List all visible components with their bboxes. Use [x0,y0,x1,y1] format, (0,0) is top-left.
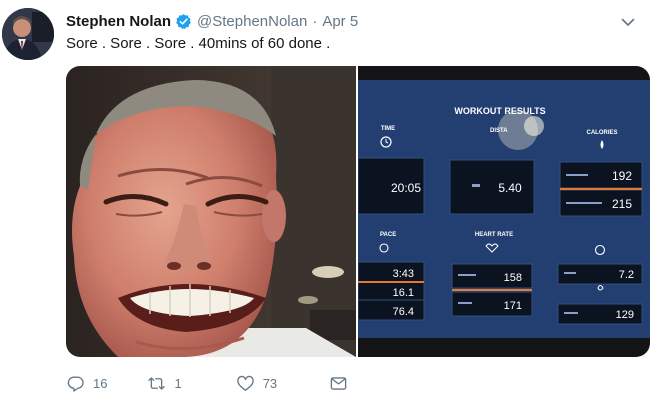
calories-value-1: 192 [612,169,632,183]
heart-rate-value-2: 171 [504,300,522,312]
like-icon [236,375,254,391]
like-count: 73 [262,375,278,391]
author-name[interactable]: Stephen Nolan [66,13,171,30]
reply-count: 16 [93,375,108,391]
tweet-header: Stephen Nolan @StephenNolan · Apr 5 [66,9,358,33]
calories-label: CALORIES [586,130,617,136]
distance-value: 5.40 [498,181,522,195]
tweet-date[interactable]: Apr 5 [322,13,358,30]
tweet-media: WORKOUT RESULTS TIME DISTA CALORIES 20:0… [66,66,650,357]
calories-value-2: 215 [612,197,632,211]
reply-button[interactable]: 16 [66,374,107,393]
pace-label: PACE [380,232,396,238]
like-button[interactable]: 73 [236,374,277,393]
retweet-count: 1 [174,375,182,391]
verified-badge-icon [175,13,192,30]
pace-value-1: 3:43 [393,268,414,280]
watts-value: 129 [616,309,634,321]
mets-value: 7.2 [619,269,634,281]
retweet-icon [148,376,166,390]
chevron-down-icon[interactable] [620,14,636,30]
avatar-image [2,8,54,60]
heart-rate-value-1: 158 [504,272,522,284]
retweet-button[interactable]: 1 [147,374,182,393]
direct-message-icon [330,376,347,390]
photo-face[interactable] [66,66,356,357]
direct-message-button[interactable] [329,374,348,393]
pace-value-3: 76.4 [393,306,414,318]
author-handle[interactable]: @StephenNolan [197,13,307,30]
photo-treadmill-screen[interactable]: WORKOUT RESULTS TIME DISTA CALORIES 20:0… [357,66,650,357]
workout-title: WORKOUT RESULTS [454,106,545,116]
heart-rate-label: HEART RATE [475,232,513,238]
reply-icon [67,375,84,392]
separator-dot: · [312,12,318,30]
time-value: 20:05 [391,181,421,195]
avatar[interactable] [2,8,54,60]
tweet-actions: 16 1 73 [66,372,348,394]
distance-label: DISTA [490,128,508,134]
pace-value-2: 16.1 [393,287,414,299]
tweet-text: Sore . Sore . Sore . 40mins of 60 done . [66,35,331,52]
time-label: TIME [381,126,395,132]
